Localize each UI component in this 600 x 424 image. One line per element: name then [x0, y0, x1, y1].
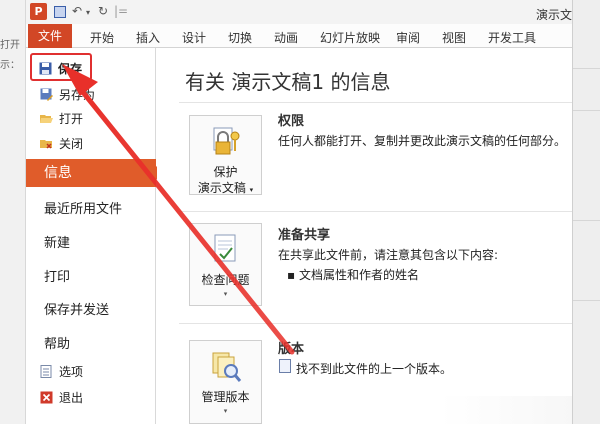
quick-save-icon[interactable] [54, 6, 66, 18]
check-button-label: 检查问题 [201, 273, 250, 287]
title-bar: P ↶ ▾ ↻ |= 演示文 [26, 0, 572, 24]
lock-key-icon [213, 127, 239, 155]
tab-transitions[interactable]: 切换 [228, 29, 252, 46]
protect-button-label-1: 保护 [213, 165, 238, 179]
nav-close-label: 关闭 [59, 137, 84, 151]
bullet-icon: ▪ [287, 268, 299, 282]
tab-developer[interactable]: 开发工具 [488, 29, 536, 46]
chevron-down-icon: ▾ [223, 290, 228, 298]
save-highlight-box [30, 53, 92, 81]
chevron-down-icon: ▾ [249, 186, 254, 194]
nav-options[interactable]: 选项 [40, 363, 83, 381]
nav-exit-label: 退出 [59, 391, 84, 405]
exit-icon [40, 391, 53, 404]
nav-close[interactable]: 关闭 [40, 135, 83, 153]
manage-versions-icon [212, 352, 241, 382]
tab-review[interactable]: 审阅 [396, 29, 420, 46]
divider [573, 110, 600, 111]
permissions-title: 权限 [278, 114, 305, 129]
divider [573, 220, 600, 221]
nav-exit[interactable]: 退出 [40, 389, 83, 407]
nav-new[interactable]: 新建 [44, 232, 70, 251]
undo-icon[interactable]: ↶ [72, 4, 82, 18]
page-title: 有关 演示文稿1 的信息 [185, 70, 391, 94]
check-for-issues-button[interactable]: 检查问题 ▾ [189, 223, 262, 306]
divider [179, 102, 572, 103]
versions-desc: 找不到此文件的上一个版本。 [296, 362, 453, 376]
nav-recent[interactable]: 最近所用文件 [44, 198, 122, 217]
tab-file[interactable]: 文件 [28, 24, 72, 48]
prepare-sharing-desc: 在共享此文件前，请注意其包含以下内容: [278, 248, 499, 262]
versions-button-label: 管理版本 [201, 390, 250, 404]
background-window-right [572, 0, 600, 424]
backstage-nav: 保存 另存为 打开 关闭 信息 最近所用文件 新建 打印 保存并发送 帮助 选项… [26, 48, 164, 424]
folder-close-icon [40, 140, 52, 149]
nav-help[interactable]: 帮助 [44, 333, 70, 352]
tab-home[interactable]: 开始 [90, 29, 114, 46]
tab-view[interactable]: 视图 [442, 29, 466, 46]
options-icon [40, 365, 52, 378]
nav-open-label: 打开 [59, 112, 84, 126]
divider [573, 68, 600, 69]
protect-button-label-2: 演示文稿 ▾ [190, 180, 261, 198]
customize-toolbar-icon[interactable]: |= [114, 4, 128, 18]
nav-save-as-label: 另存为 [59, 88, 96, 102]
document-version-icon [279, 359, 291, 373]
prepare-sharing-title: 准备共享 [278, 228, 331, 243]
nav-print[interactable]: 打印 [44, 266, 70, 285]
divider [179, 323, 572, 324]
nav-save-send[interactable]: 保存并发送 [44, 299, 109, 318]
background-window-left: 打开 示： [0, 0, 26, 424]
tab-design[interactable]: 设计 [182, 29, 206, 46]
document-properties-bullet: ▪ 文档属性和作者的姓名 [287, 266, 419, 283]
save-as-icon [40, 88, 53, 101]
divider [573, 300, 600, 301]
inspect-document-icon [214, 234, 235, 262]
nav-open[interactable]: 打开 [40, 110, 83, 128]
undo-dropdown-icon[interactable]: ▾ [86, 8, 90, 17]
nav-options-label: 选项 [59, 365, 84, 379]
versions-title: 版本 [278, 342, 305, 357]
tab-insert[interactable]: 插入 [136, 29, 160, 46]
powerpoint-app-icon[interactable]: P [30, 3, 47, 20]
tab-animations[interactable]: 动画 [274, 29, 298, 46]
info-pane: 有关 演示文稿1 的信息 保护 演示文稿 ▾ 权限 任何人都能打开、复制并更改此… [157, 48, 572, 424]
background-text: 示： [0, 60, 20, 71]
redo-icon[interactable]: ↻ [98, 4, 108, 18]
protect-button-label-2-text: 演示文稿 [197, 181, 246, 195]
chevron-down-icon: ▾ [223, 407, 228, 415]
background-text: 打开 [0, 40, 20, 51]
bullet-text: 文档属性和作者的姓名 [298, 268, 419, 282]
ribbon-tabs: 文件 开始 插入 设计 切换 动画 幻灯片放映 审阅 视图 开发工具 [26, 24, 572, 48]
nav-info[interactable]: 信息 [26, 159, 164, 187]
window-title: 演示文 [535, 8, 572, 22]
divider [179, 211, 572, 212]
edge-fade [440, 396, 572, 424]
protect-presentation-button[interactable]: 保护 演示文稿 ▾ [189, 115, 262, 195]
tab-slideshow[interactable]: 幻灯片放映 [320, 29, 380, 46]
nav-save-as[interactable]: 另存为 [40, 86, 95, 104]
permissions-desc: 任何人都能打开、复制并更改此演示文稿的任何部分。 [278, 134, 567, 148]
folder-open-icon [40, 115, 53, 123]
manage-versions-button[interactable]: 管理版本 ▾ [189, 340, 262, 424]
